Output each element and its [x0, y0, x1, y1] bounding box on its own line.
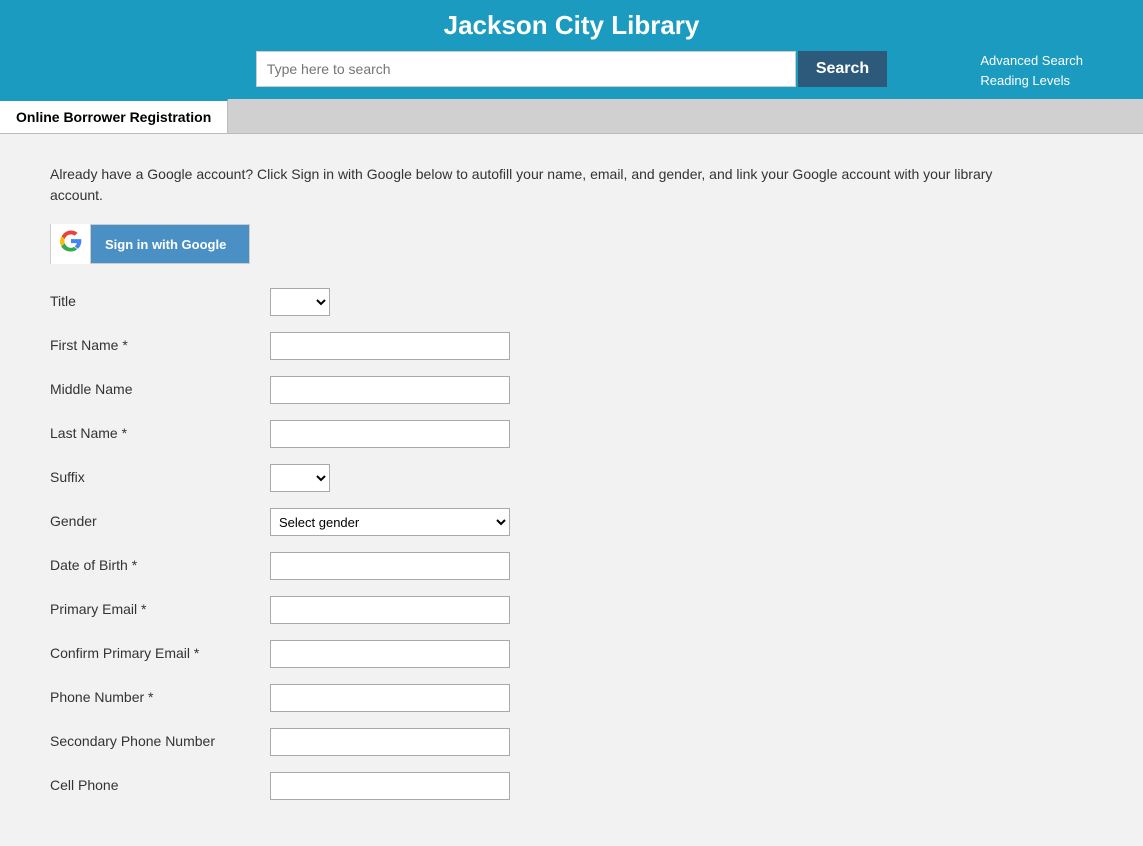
registration-form: Title First Name * Middle Name Last Name…	[50, 288, 850, 800]
advanced-search-link[interactable]: Advanced Search	[980, 51, 1083, 71]
nav-bar: Online Borrower Registration	[0, 99, 1143, 134]
form-row-cell-phone: Cell Phone	[50, 772, 850, 800]
form-row-primary-email: Primary Email *	[50, 596, 850, 624]
label-dob: Date of Birth *	[50, 556, 270, 576]
form-row-last-name: Last Name *	[50, 420, 850, 448]
main-content: Already have a Google account? Click Sig…	[0, 134, 1143, 846]
title-select[interactable]	[270, 288, 330, 316]
header: Jackson City Library Search Advanced Sea…	[0, 0, 1143, 99]
google-g-icon	[60, 230, 82, 258]
label-secondary-phone: Secondary Phone Number	[50, 732, 270, 752]
google-info-text: Already have a Google account? Click Sig…	[50, 164, 1010, 206]
label-primary-email: Primary Email *	[50, 600, 270, 620]
google-signin-label: Sign in with Google	[91, 225, 249, 263]
label-suffix: Suffix	[50, 468, 270, 488]
form-row-middle-name: Middle Name	[50, 376, 850, 404]
label-gender: Gender	[50, 512, 270, 532]
confirm-email-input[interactable]	[270, 640, 510, 668]
first-name-input[interactable]	[270, 332, 510, 360]
label-confirm-email: Confirm Primary Email *	[50, 644, 270, 664]
search-links: Advanced Search Reading Levels	[980, 51, 1083, 90]
cell-phone-input[interactable]	[270, 772, 510, 800]
search-button[interactable]: Search	[798, 51, 887, 87]
suffix-select[interactable]	[270, 464, 330, 492]
middle-name-input[interactable]	[270, 376, 510, 404]
form-row-title: Title	[50, 288, 850, 316]
label-title: Title	[50, 292, 270, 312]
form-row-confirm-email: Confirm Primary Email *	[50, 640, 850, 668]
form-row-first-name: First Name *	[50, 332, 850, 360]
form-row-suffix: Suffix	[50, 464, 850, 492]
gender-select[interactable]: Select gender Male Female Other Prefer n…	[270, 508, 510, 536]
last-name-input[interactable]	[270, 420, 510, 448]
site-title: Jackson City Library	[0, 10, 1143, 41]
label-last-name: Last Name *	[50, 424, 270, 444]
primary-email-input[interactable]	[270, 596, 510, 624]
search-input[interactable]	[256, 51, 796, 87]
search-row: Search Advanced Search Reading Levels	[0, 51, 1143, 87]
label-middle-name: Middle Name	[50, 380, 270, 400]
secondary-phone-input[interactable]	[270, 728, 510, 756]
label-phone: Phone Number *	[50, 688, 270, 708]
form-row-dob: Date of Birth *	[50, 552, 850, 580]
form-row-gender: Gender Select gender Male Female Other P…	[50, 508, 850, 536]
label-cell-phone: Cell Phone	[50, 776, 270, 796]
nav-item-registration[interactable]: Online Borrower Registration	[0, 99, 228, 133]
google-signin-button[interactable]: Sign in with Google	[50, 224, 250, 264]
dob-input[interactable]	[270, 552, 510, 580]
reading-levels-link[interactable]: Reading Levels	[980, 71, 1070, 91]
form-row-phone: Phone Number *	[50, 684, 850, 712]
form-row-secondary-phone: Secondary Phone Number	[50, 728, 850, 756]
label-first-name: First Name *	[50, 336, 270, 356]
google-logo-box	[51, 224, 91, 264]
phone-input[interactable]	[270, 684, 510, 712]
